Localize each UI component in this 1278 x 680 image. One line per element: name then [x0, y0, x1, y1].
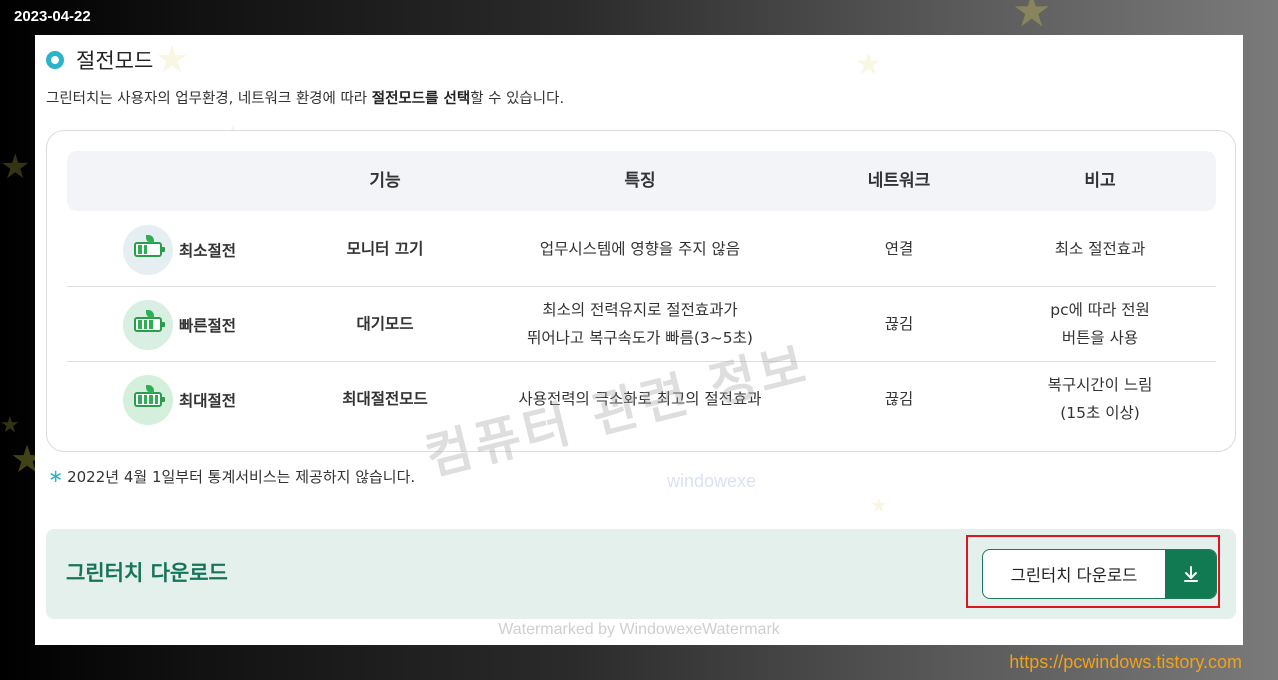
- battery-leaf-icon: [123, 299, 173, 350]
- watermark-overlay-small: windowexe: [667, 471, 757, 491]
- star-decoration: ★: [1012, 0, 1052, 37]
- description-cell: 사용전력의 극소화로 최고의 절전효과: [518, 389, 762, 408]
- power-mode-table: 기능 특징 네트워크 비고 최소절전 모니터 끄기 업무시스템에 영향을 주지 않음…: [46, 130, 1236, 491]
- site-url: https://pcwindows.tistory.com: [1009, 652, 1242, 672]
- network-cell: 끊김: [884, 314, 914, 333]
- feature-cell: 최대절전모드: [342, 389, 428, 408]
- column-header-description: 특징: [624, 171, 656, 191]
- note-cell: 복구시간이 느림 (15초 이상): [1047, 376, 1153, 422]
- feature-cell: 대기모드: [356, 314, 414, 333]
- star-decoration: ★: [870, 493, 888, 517]
- section-heading: 절전모드: [46, 45, 153, 75]
- download-button[interactable]: 그린터치 다운로드: [982, 549, 1217, 599]
- table-row: 빠른절전 대기모드 최소의 전력유지로 절전효과가 뛰어나고 복구속도가 빠름(3~…: [67, 287, 1216, 362]
- mode-cell: 최소절전: [123, 212, 236, 287]
- table-row: 최대절전 최대절전모드 사용전력의 극소화로 최고의 절전효과 끊김 복구시간이 느림 …: [67, 362, 1216, 437]
- date-stamp: 2023-04-22: [14, 8, 91, 25]
- column-header-note: 비고: [1084, 171, 1116, 191]
- mode-label: 최소절전: [179, 241, 237, 260]
- section-description: 그린터치는 사용자의 업무환경, 네트워크 환경에 따라 절전모드를 선택할 수…: [46, 87, 564, 108]
- asterisk-icon: ∗: [48, 466, 64, 487]
- download-button-label: 그린터치 다운로드: [1010, 566, 1138, 585]
- mode-cell: 최대절전: [123, 362, 236, 437]
- star-decoration: ★: [0, 413, 20, 438]
- watermark-footer: Watermarked by WindowexeWatermark: [498, 621, 780, 638]
- battery-leaf-icon: [123, 374, 173, 425]
- circle-bullet-icon: [46, 51, 64, 69]
- star-decoration: ★: [155, 37, 190, 81]
- mode-cell: 빠른절전: [123, 287, 236, 362]
- desc-emphasis: 절전모드를 선택: [371, 91, 471, 107]
- battery-leaf-icon: [123, 224, 173, 275]
- network-cell: 끊김: [884, 389, 914, 408]
- note-cell: 최소 절전효과: [1054, 239, 1146, 258]
- column-header-network: 네트워크: [867, 171, 931, 191]
- download-icon: [1165, 550, 1216, 598]
- description-cell: 업무시스템에 영향을 주지 않음: [539, 239, 741, 258]
- footnote: ∗ 2022년 4월 1일부터 통계서비스는 제공하지 않습니다.: [48, 466, 415, 487]
- download-title: 그린터치 다운로드: [66, 561, 228, 585]
- power-saving-panel: ★ ★ ★ ★ ★ ★ ★ 절전모드 그린터치는 사용자의 업무환경, 네트워크…: [35, 35, 1243, 645]
- description-cell: 최소의 전력유지로 절전효과가 뛰어나고 복구속도가 빠름(3~5초): [527, 301, 753, 347]
- mode-label: 최대절전: [179, 391, 237, 410]
- download-banner: 그린터치 다운로드 그린터치 다운로드: [46, 529, 1236, 619]
- desc-text: 그린터치는 사용자의 업무환경, 네트워크 환경에 따라: [46, 91, 372, 107]
- network-cell: 연결: [884, 239, 914, 258]
- table-row: 최소절전 모니터 끄기 업무시스템에 영향을 주지 않음 연결 최소 절전효과: [67, 212, 1216, 287]
- mode-label: 빠른절전: [179, 316, 237, 335]
- star-decoration: ★: [855, 47, 882, 82]
- desc-text: 할 수 있습니다.: [470, 91, 565, 107]
- table-header: 기능 특징 네트워크 비고: [67, 151, 1216, 211]
- star-decoration: ★: [0, 147, 31, 187]
- column-header-feature: 기능: [369, 171, 401, 191]
- feature-cell: 모니터 끄기: [346, 239, 424, 258]
- section-title: 절전모드: [76, 49, 154, 73]
- note-cell: pc에 따라 전원 버튼을 사용: [1050, 301, 1150, 347]
- footnote-text: 2022년 4월 1일부터 통계서비스는 제공하지 않습니다.: [67, 468, 416, 486]
